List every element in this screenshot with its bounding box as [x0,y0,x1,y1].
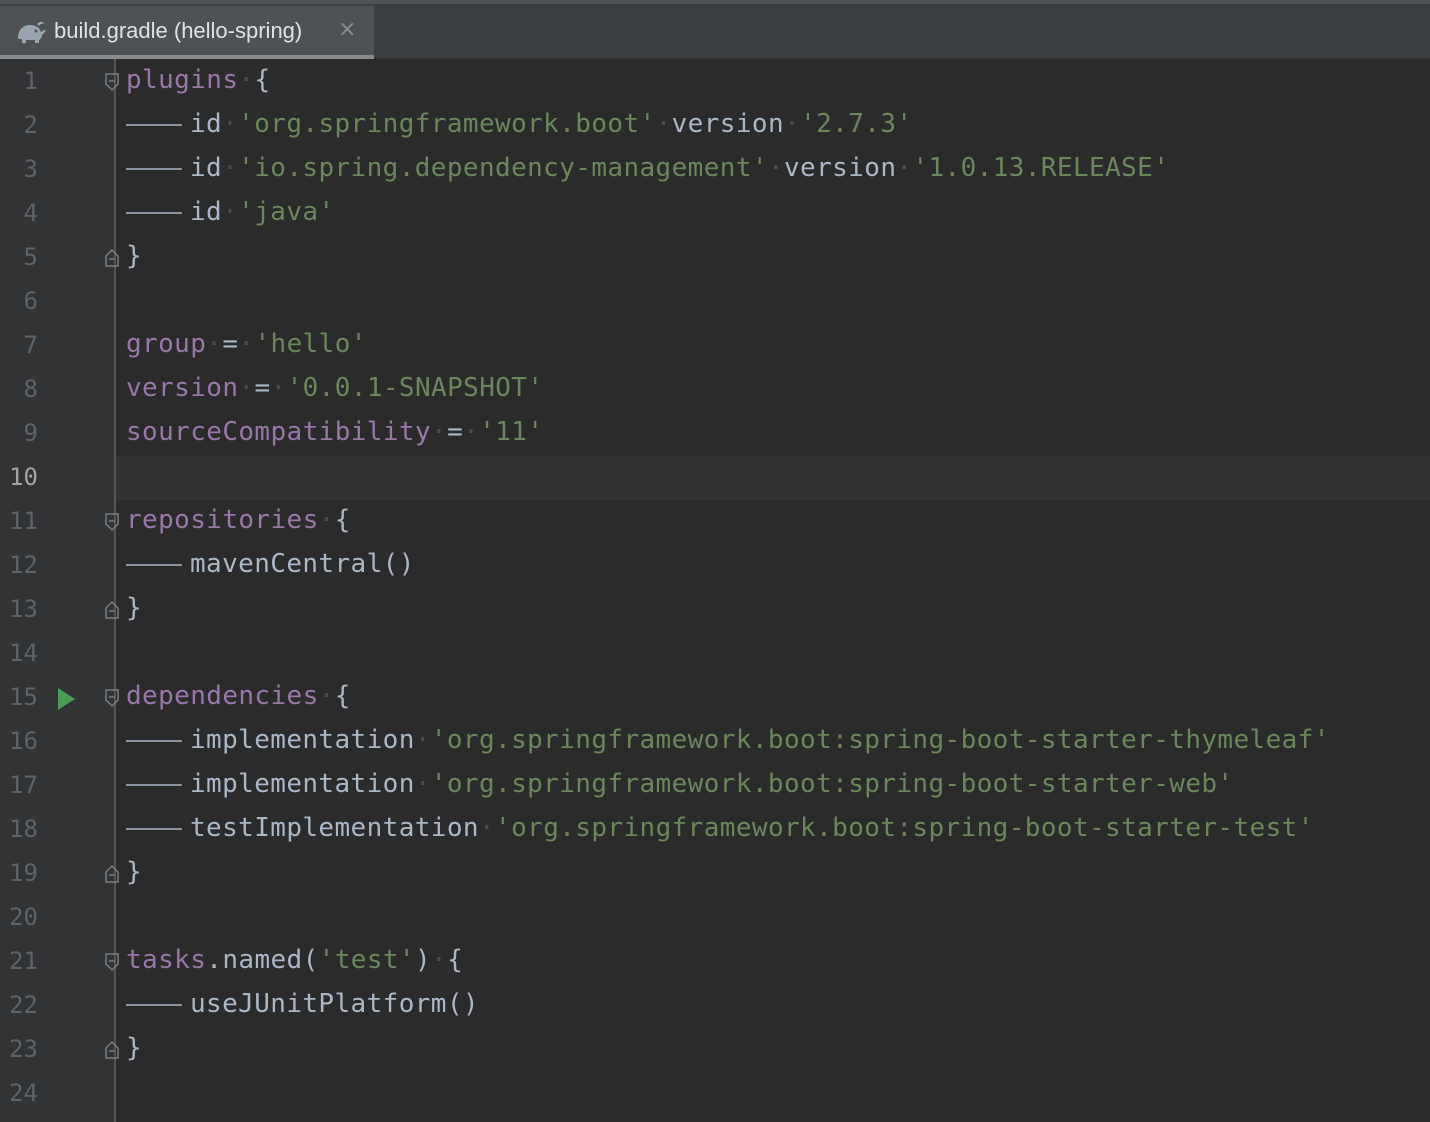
line-number: 16 [9,727,38,755]
code-text: useJUnitPlatform() [126,989,479,1019]
code-line-3: 3 id·'io.spring.dependency-management'·v… [0,149,1430,193]
code-text: } [126,857,143,887]
code-line-2: 2 id·'org.springframework.boot'·version·… [0,105,1430,149]
code-text: testImplementation·'org.springframework.… [126,813,1314,843]
code-line-11: 11 repositories·{ [0,501,1430,545]
code-line-24: 24 [0,1073,1430,1117]
code-text: group·=·'hello' [126,329,367,359]
code-text: plugins·{ [126,65,271,95]
code-text: } [126,593,143,623]
code-line-6: 6 [0,281,1430,325]
fold-open-icon[interactable] [105,689,119,707]
line-number: 19 [9,859,38,887]
line-number: 22 [9,991,38,1019]
code-line-21: 21 tasks.named('test')·{ [0,941,1430,985]
code-text: implementation·'org.springframework.boot… [126,725,1330,755]
close-icon[interactable]: × [338,17,356,42]
indent-guide [126,167,182,170]
fold-open-icon[interactable] [105,513,119,531]
line-number: 11 [9,507,38,535]
code-line-1: 1 plugins·{ [0,61,1430,105]
code-text: id·'io.spring.dependency-management'·ver… [126,153,1169,183]
code-text: version·=·'0.0.1-SNAPSHOT' [126,373,544,403]
line-number: 4 [23,199,38,227]
editor-tab-bar: build.gradle (hello-spring) × [0,0,1430,59]
line-number: 18 [9,815,38,843]
code-text: implementation·'org.springframework.boot… [126,769,1233,799]
line-number: 15 [9,683,38,711]
code-line-22: 22 useJUnitPlatform() [0,985,1430,1029]
code-text: id·'java' [126,197,335,227]
code-text: repositories·{ [126,505,351,535]
code-editor[interactable]: 1 plugins·{ 2 id·'org.springframework.bo… [0,59,1430,1122]
line-number: 21 [9,947,38,975]
tab-label: build.gradle (hello-spring) [54,18,303,43]
code-line-15: 15 dependencies·{ [0,677,1430,721]
line-number: 23 [9,1035,38,1063]
line-number: 2 [23,111,38,139]
run-icon[interactable] [58,688,75,710]
line-number: 24 [9,1079,38,1107]
line-number: 7 [23,331,38,359]
tab-build-gradle[interactable]: build.gradle (hello-spring) × [0,6,374,59]
code-line-23: 23 } [0,1029,1430,1073]
line-number: 3 [23,155,38,183]
line-number: 20 [9,903,38,931]
fold-open-icon[interactable] [105,953,119,971]
line-number: 5 [23,243,38,271]
line-number: 17 [9,771,38,799]
code-text: } [126,241,143,271]
code-line-4: 4 id·'java' [0,193,1430,237]
code-line-7: 7 group·=·'hello' [0,325,1430,369]
indent-guide [126,827,182,830]
code-line-18: 18 testImplementation·'org.springframewo… [0,809,1430,853]
code-text: sourceCompatibility·=·'11' [126,417,544,447]
gradle-elephant-icon [18,21,46,43]
code-text: mavenCentral() [126,549,415,579]
code-text: tasks.named('test')·{ [126,945,464,975]
code-text: id·'org.springframework.boot'·version·'2… [126,109,912,139]
fold-close-icon[interactable] [105,865,119,883]
code-line-12: 12 mavenCentral() [0,545,1430,589]
line-number: 12 [9,551,38,579]
fold-close-icon[interactable] [105,1041,119,1059]
code-line-14: 14 [0,633,1430,677]
line-number: 14 [9,639,38,667]
code-line-10: 10 [0,457,1430,501]
code-line-13: 13 } [0,589,1430,633]
code-line-19: 19 } [0,853,1430,897]
line-number: 8 [23,375,38,403]
line-number: 1 [23,67,38,95]
line-number: 13 [9,595,38,623]
code-line-20: 20 [0,897,1430,941]
code-line-5: 5 } [0,237,1430,281]
code-text: dependencies·{ [126,681,351,711]
fold-close-icon[interactable] [105,601,119,619]
indent-guide [126,1003,182,1006]
line-number-current: 10 [9,463,38,491]
code-line-8: 8 version·=·'0.0.1-SNAPSHOT' [0,369,1430,413]
code-line-16: 16 implementation·'org.springframework.b… [0,721,1430,765]
line-number: 9 [23,419,38,447]
indent-guide [126,783,182,786]
indent-guide [126,563,182,566]
line-number: 6 [23,287,38,315]
fold-close-icon[interactable] [105,249,119,267]
code-text: } [126,1033,143,1063]
code-line-9: 9 sourceCompatibility·=·'11' [0,413,1430,457]
indent-guide [126,739,182,742]
indent-guide [126,211,182,214]
indent-guide [126,123,182,126]
fold-open-icon[interactable] [105,73,119,91]
code-line-17: 17 implementation·'org.springframework.b… [0,765,1430,809]
